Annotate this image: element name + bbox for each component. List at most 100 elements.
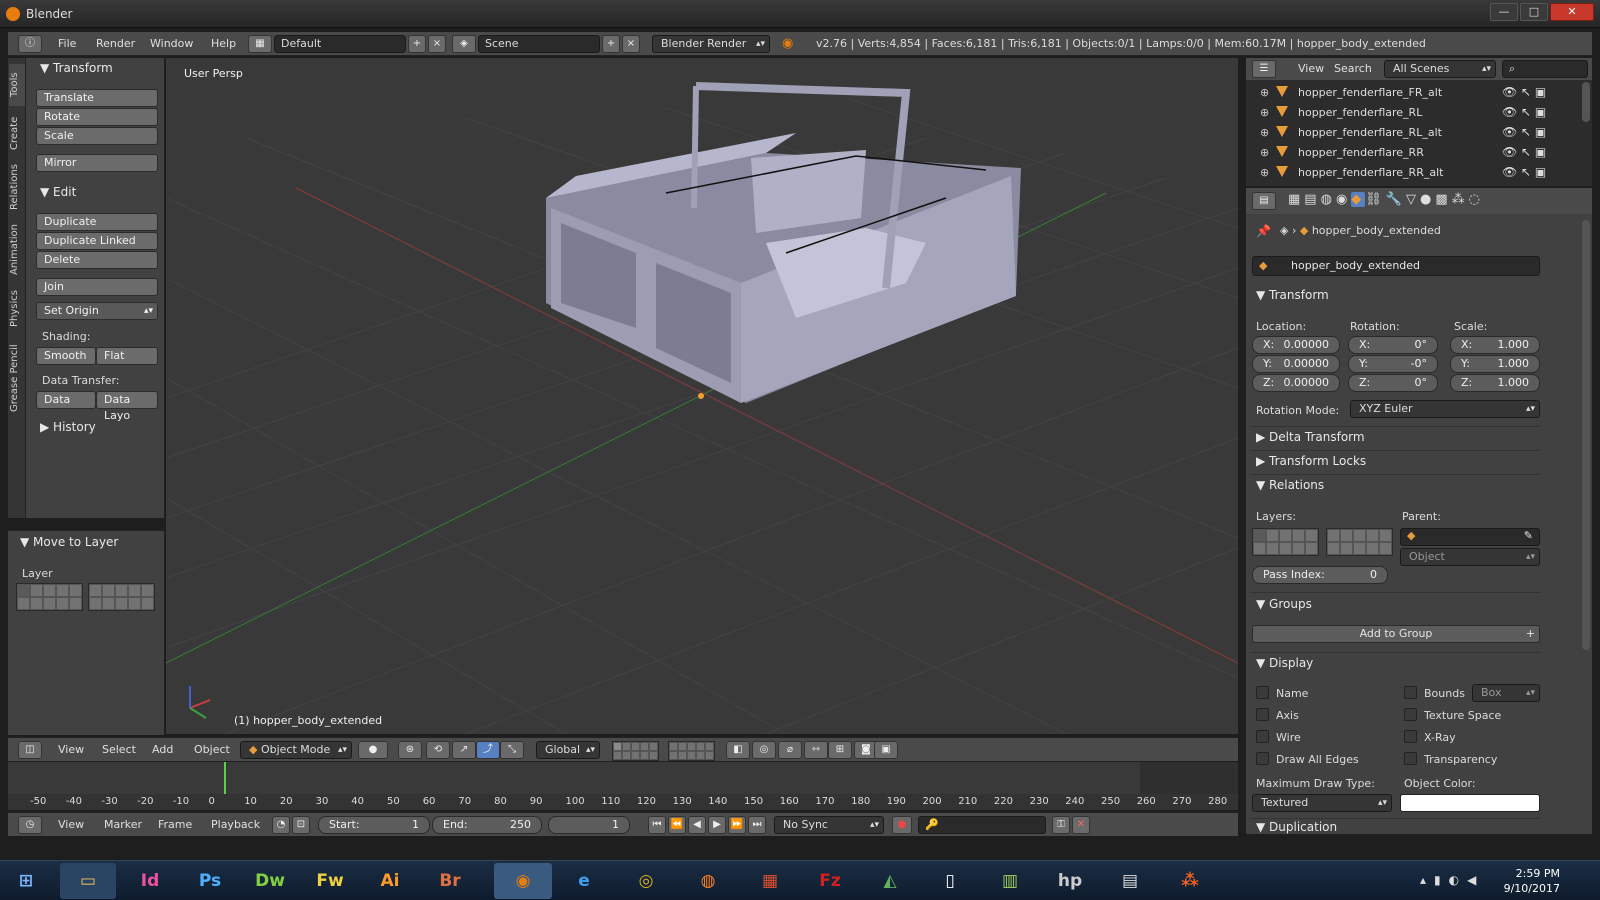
axis-checkbox[interactable]: [1256, 708, 1269, 721]
data-button[interactable]: Data: [36, 391, 96, 409]
screen-layout-field[interactable]: Default: [274, 35, 406, 53]
minimize-button[interactable]: —: [1490, 3, 1518, 21]
object-color-swatch[interactable]: [1400, 794, 1540, 812]
dreamweaver-icon[interactable]: Dw: [242, 863, 298, 899]
render-tab-icon[interactable]: ▦: [1288, 192, 1304, 207]
internet-explorer-icon[interactable]: e: [556, 863, 612, 899]
modifiers-tab-icon[interactable]: 🔧: [1386, 192, 1406, 207]
layer-grid-right[interactable]: [88, 583, 155, 611]
menu-object[interactable]: Object: [194, 743, 230, 756]
chrome-icon[interactable]: ◎: [618, 863, 674, 899]
rotation-x-field[interactable]: X: 0°: [1348, 336, 1438, 354]
pin-icon[interactable]: 📌: [1256, 224, 1271, 238]
timeline-area[interactable]: -50 -40 -30 -20 -10 0 10 20 30 40 50 60 70 80 90 100 110…: [8, 762, 1238, 810]
wire-checkbox[interactable]: [1256, 730, 1269, 743]
editor-type-icon[interactable]: ◫: [18, 741, 42, 759]
remove-scene-icon[interactable]: ×: [622, 35, 640, 53]
relations-header[interactable]: ▼ Relations: [1256, 478, 1324, 492]
move-to-layer-header[interactable]: ▼ Move to Layer: [20, 535, 118, 549]
molecule-app-icon[interactable]: ⁂: [1162, 863, 1218, 899]
visibility-eye-icon[interactable]: 👁 ↖ ▣: [1502, 142, 1564, 162]
location-y-field[interactable]: Y: 0.00000: [1252, 355, 1340, 373]
manipulator-icon[interactable]: ⟲: [426, 741, 450, 759]
photoshop-icon[interactable]: Ps: [182, 863, 238, 899]
set-origin-select[interactable]: Set Origin ▴▾: [36, 302, 158, 320]
eyedropper-icon[interactable]: ✎: [1524, 529, 1533, 542]
fireworks-icon[interactable]: Fw: [302, 863, 358, 899]
menu-file[interactable]: File: [58, 37, 76, 50]
insert-keyframe-icon[interactable]: ⚿: [1052, 816, 1070, 834]
menu-marker[interactable]: Marker: [104, 818, 142, 831]
render-engine-select[interactable]: Blender Render ▴▾: [652, 35, 770, 53]
texture-tab-icon[interactable]: ▩: [1435, 192, 1451, 207]
location-z-field[interactable]: Z: 0.00000: [1252, 374, 1340, 392]
pivot-point-icon[interactable]: ⊛: [398, 741, 422, 759]
snap-element-icon[interactable]: ⇿: [804, 741, 828, 759]
parent-type-select[interactable]: Object ▴▾: [1400, 548, 1540, 566]
viewport-shading-icon[interactable]: ●: [358, 741, 388, 759]
office-icon[interactable]: ▦: [742, 863, 798, 899]
edit-panel-header[interactable]: ▼ Edit: [40, 185, 76, 199]
lock-layers-icon[interactable]: ◧: [726, 741, 750, 759]
menu-frame[interactable]: Frame: [158, 818, 192, 831]
menu-view[interactable]: View: [58, 743, 84, 756]
volume-icon[interactable]: ◀: [1467, 873, 1484, 887]
remove-screen-icon[interactable]: ×: [428, 35, 446, 53]
translate-button[interactable]: Translate: [36, 89, 158, 107]
property-context-tabs[interactable]: ▦▤◍◉◆⛓🔧▽●▩⁂◌: [1288, 192, 1484, 207]
chart-app-icon[interactable]: ▥: [982, 863, 1038, 899]
delete-keyframe-icon[interactable]: ✕: [1072, 816, 1090, 834]
transform-orientation-select[interactable]: Global ▴▾: [536, 741, 600, 759]
groups-header[interactable]: ▼ Groups: [1256, 597, 1312, 611]
add-screen-icon[interactable]: +: [408, 35, 426, 53]
editor-type-icon[interactable]: ◷: [18, 816, 42, 834]
current-frame-field[interactable]: 1: [548, 816, 630, 834]
join-button[interactable]: Join: [36, 278, 158, 296]
outliner-filter-select[interactable]: All Scenes ▴▾: [1384, 60, 1496, 78]
pass-index-field[interactable]: Pass Index: 0: [1252, 566, 1388, 584]
transform-section-header[interactable]: ▼ Transform: [1256, 288, 1329, 302]
blender-taskbar-icon[interactable]: ◉: [494, 863, 552, 899]
play-icon[interactable]: ▶: [708, 816, 726, 834]
snap-icon[interactable]: ⌀: [778, 741, 802, 759]
close-button[interactable]: ✕: [1550, 3, 1594, 21]
duplication-header[interactable]: ▼ Duplication: [1256, 820, 1337, 834]
bridge-icon[interactable]: Br: [422, 863, 478, 899]
snap-target-icon[interactable]: ⊞: [828, 741, 852, 759]
3d-viewport[interactable]: User Persp (1) hopper_body_extended: [166, 58, 1238, 734]
tab-physics[interactable]: Physics: [9, 284, 25, 334]
delta-transform-header[interactable]: ▶ Delta Transform: [1256, 430, 1365, 444]
tab-create[interactable]: Create: [9, 110, 25, 156]
duplicate-linked-button[interactable]: Duplicate Linked: [36, 232, 158, 250]
visibility-eye-icon[interactable]: 👁 ↖ ▣: [1502, 162, 1564, 182]
mirror-button[interactable]: Mirror: [36, 154, 158, 172]
menu-help[interactable]: Help: [211, 37, 236, 50]
data-tab-icon[interactable]: ▽: [1406, 192, 1420, 207]
expand-icon[interactable]: ⊕: [1260, 106, 1269, 119]
editor-type-icon[interactable]: ☰: [1252, 60, 1276, 78]
sketchup-icon[interactable]: ◭: [862, 863, 918, 899]
outliner-scrollbar[interactable]: [1582, 82, 1590, 122]
tab-tools[interactable]: Tools: [9, 64, 25, 106]
transform-panel-header[interactable]: ▼ Transform: [40, 61, 113, 75]
world-tab-icon[interactable]: ◉: [1336, 192, 1351, 207]
menu-window[interactable]: Window: [150, 37, 193, 50]
particles-tab-icon[interactable]: ⁂: [1452, 192, 1469, 207]
firefox-icon[interactable]: ◍: [680, 863, 736, 899]
tab-relations[interactable]: Relations: [9, 158, 25, 216]
bounds-checkbox[interactable]: [1404, 686, 1417, 699]
xray-checkbox[interactable]: [1404, 730, 1417, 743]
illustrator-icon[interactable]: Ai: [362, 863, 418, 899]
visibility-eye-icon[interactable]: 👁 ↖ ▣: [1502, 82, 1564, 102]
expand-icon[interactable]: ⊕: [1260, 86, 1269, 99]
tab-grease-pencil[interactable]: Grease Pencil: [9, 336, 25, 420]
scene-icon[interactable]: ◈: [452, 35, 476, 53]
history-panel-header[interactable]: ▶ History: [40, 420, 96, 434]
winrar-icon[interactable]: ▤: [1102, 863, 1158, 899]
scale-y-field[interactable]: Y: 1.000: [1450, 355, 1540, 373]
rotation-z-field[interactable]: Z: 0°: [1348, 374, 1438, 392]
screen-layout-icon[interactable]: ▦: [248, 35, 272, 53]
add-to-group-button[interactable]: Add to Group +: [1252, 625, 1540, 643]
tab-animation[interactable]: Animation: [9, 218, 25, 282]
data-layout-button[interactable]: Data Layo: [96, 391, 158, 422]
